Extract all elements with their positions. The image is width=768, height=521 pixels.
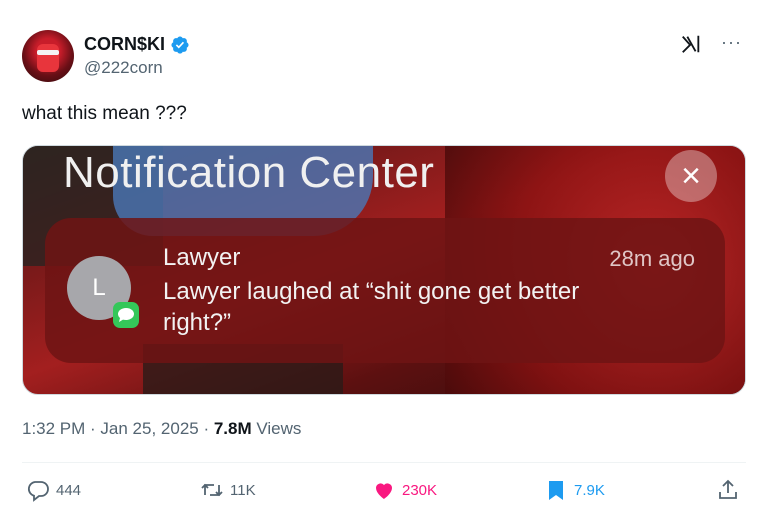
bookmark-button[interactable]: 7.9K: [544, 478, 605, 502]
heart-icon: [376, 483, 392, 499]
notification-body: Lawyer laughed at “shit gone get better …: [163, 278, 580, 336]
bookmark-icon: [549, 481, 563, 500]
author-handle[interactable]: @222corn: [84, 58, 163, 78]
avatar-glasses: [37, 50, 59, 55]
reply-button[interactable]: 444: [26, 478, 81, 502]
meta-separator: ·: [198, 419, 214, 438]
name-row: CORN$KI: [84, 34, 190, 55]
verified-badge-icon: [171, 35, 189, 54]
tweet-meta: 1:32 PM · Jan 25, 2025 · 7.8M Views: [22, 419, 301, 439]
tweet-text: what this mean ???: [22, 103, 187, 124]
notification-time: 28m ago: [609, 246, 695, 271]
action-bar: 444 11K 230K 7.9K: [22, 478, 746, 508]
notification-center-title: Notification Center: [63, 148, 435, 197]
like-count: 230K: [402, 481, 438, 499]
repost-icon: [201, 483, 223, 497]
share-button[interactable]: [716, 478, 740, 502]
meta-separator: ·: [85, 419, 101, 438]
notification-sender: Lawyer: [163, 244, 241, 271]
share-icon: [719, 479, 737, 499]
repost-button[interactable]: 11K: [200, 478, 256, 502]
tweet-time[interactable]: 1:32 PM: [22, 419, 85, 438]
notification-card: L Lawyer Lawyer laughed at “shit gone ge…: [45, 218, 725, 363]
tweet-date[interactable]: Jan 25, 2025: [100, 419, 198, 438]
views-label: Views: [251, 419, 302, 438]
grok-icon[interactable]: [680, 32, 702, 56]
repost-count: 11K: [230, 481, 256, 499]
avatar-face: [37, 44, 59, 72]
reply-count: 444: [56, 481, 82, 499]
divider: [22, 462, 746, 463]
like-button[interactable]: 230K: [372, 478, 437, 502]
author-avatar[interactable]: [22, 30, 74, 82]
tweet-header: CORN$KI @222corn ···: [22, 30, 746, 82]
more-icon[interactable]: ···: [721, 32, 742, 53]
author-display-name[interactable]: CORN$KI: [84, 34, 165, 55]
bookmark-count: 7.9K: [574, 481, 605, 499]
messages-icon: [113, 302, 139, 328]
tweet-media-image[interactable]: Notification Center × L Lawyer Lawyer la…: [22, 145, 746, 395]
reply-icon: [27, 481, 49, 502]
close-icon: ×: [665, 150, 717, 202]
views-count: 7.8M: [213, 419, 252, 438]
